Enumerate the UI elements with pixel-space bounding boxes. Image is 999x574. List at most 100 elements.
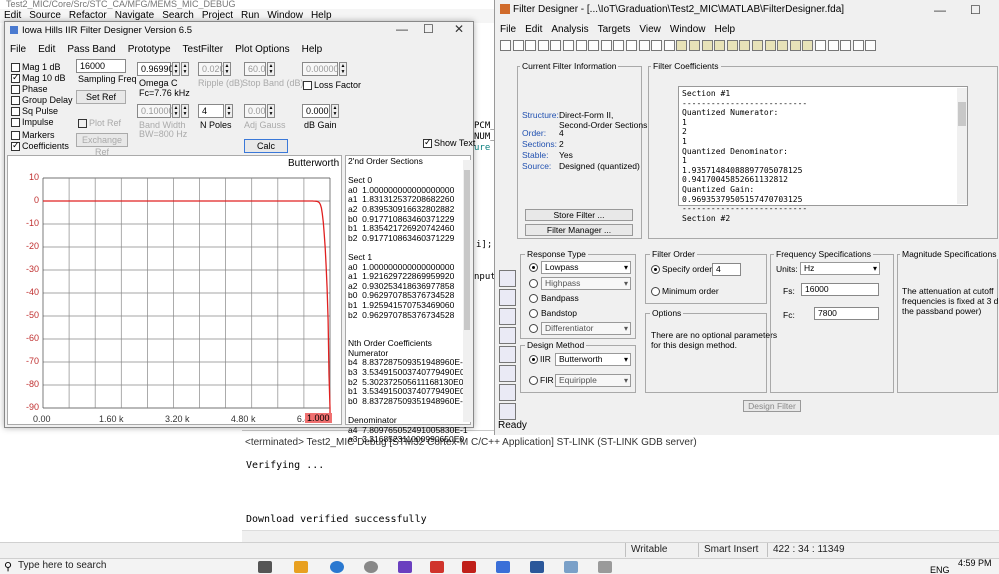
toolbar-icon[interactable] xyxy=(789,40,801,51)
lowpass-radio[interactable] xyxy=(529,263,538,272)
omega-c-input[interactable]: 0.969900 xyxy=(137,62,179,76)
app-icon[interactable] xyxy=(364,561,378,573)
fda-menu-window[interactable]: Window xyxy=(670,24,706,35)
menu-help[interactable]: Help xyxy=(302,44,323,55)
coefficients-checkbox[interactable] xyxy=(11,140,20,151)
differentiator-radio[interactable] xyxy=(529,324,538,333)
toolbar-icon[interactable] xyxy=(563,40,574,51)
n-poles-input[interactable]: 4 xyxy=(198,104,224,118)
import-icon[interactable] xyxy=(499,346,516,363)
sq-pulse-checkbox[interactable] xyxy=(11,107,20,116)
sampling-freq-input[interactable]: 16000 xyxy=(76,59,126,73)
minimize-icon[interactable]: — xyxy=(396,22,408,36)
stopband-input[interactable]: 60.0 xyxy=(244,62,266,76)
fda-menu-edit[interactable]: Edit xyxy=(525,24,542,35)
bandwidth-input[interactable]: 0.10000 xyxy=(137,104,174,118)
highpass-dropdown[interactable]: Highpass xyxy=(541,277,631,290)
omega-c-spinner[interactable]: ▲ ▼ xyxy=(172,62,180,76)
db-gain-input[interactable]: 0.000 xyxy=(302,104,330,118)
iir-radio[interactable] xyxy=(529,355,538,364)
markers-checkbox[interactable] xyxy=(11,131,20,140)
adj-gauss-spinner[interactable]: ▲ ▼ xyxy=(267,104,275,118)
toolbar-icon[interactable] xyxy=(840,40,852,51)
toolbar-icon[interactable] xyxy=(575,40,587,51)
toolbar-icon[interactable] xyxy=(764,40,776,51)
task-view-icon[interactable] xyxy=(258,561,272,573)
toolbar-icon[interactable] xyxy=(689,40,700,51)
multirate-icon[interactable] xyxy=(499,384,516,401)
tray-language[interactable]: ENG xyxy=(930,565,950,574)
fda-menu-analysis[interactable]: Analysis xyxy=(551,24,588,35)
close-icon[interactable]: ✕ xyxy=(454,22,464,36)
toolbar-icon[interactable] xyxy=(701,40,713,51)
show-text-checkbox[interactable] xyxy=(423,137,432,148)
stopband-spinner[interactable]: ▲ ▼ xyxy=(267,62,275,76)
toolbar-icon[interactable] xyxy=(865,40,877,51)
units-dropdown[interactable]: Hz xyxy=(800,262,880,275)
search-icon[interactable]: ⚲ xyxy=(4,560,12,573)
calc-button[interactable]: Calc xyxy=(244,139,288,153)
loss-factor-spinner[interactable]: ▲ ▼ xyxy=(339,62,347,76)
fda-menu-file[interactable]: File xyxy=(500,24,516,35)
menu-testfilter[interactable]: TestFilter xyxy=(183,44,224,55)
menu-pass-band[interactable]: Pass Band xyxy=(67,44,115,55)
fda-menu-targets[interactable]: Targets xyxy=(598,24,631,35)
quantize-icon[interactable] xyxy=(499,308,516,325)
toolbar-icon[interactable] xyxy=(852,40,864,51)
menu-file[interactable]: File xyxy=(10,44,26,55)
impulse-checkbox[interactable] xyxy=(11,118,20,127)
toolbar-icon[interactable] xyxy=(714,40,726,51)
design-filter-button[interactable]: Design Filter xyxy=(743,400,801,412)
ripple-input[interactable]: 0.020 xyxy=(198,62,225,76)
toolbar-icon[interactable] xyxy=(663,40,675,51)
bandwidth-spinner[interactable]: ▲ ▼ xyxy=(181,104,189,118)
ide-icon[interactable] xyxy=(496,561,510,573)
fs-input[interactable]: 16000 xyxy=(801,283,879,296)
fda-menu-help[interactable]: Help xyxy=(714,24,735,35)
app-icon[interactable] xyxy=(398,561,412,573)
maximize-icon[interactable]: ☐ xyxy=(970,3,981,17)
app-icon[interactable] xyxy=(598,561,612,573)
minimum-order-radio[interactable] xyxy=(651,287,660,296)
toolbar-icon[interactable] xyxy=(777,40,789,51)
store-filter-button[interactable]: Store Filter ... xyxy=(525,209,633,221)
console-scrollbar[interactable] xyxy=(242,530,999,542)
scrollbar-thumb[interactable] xyxy=(958,102,966,126)
bandpass-radio[interactable] xyxy=(529,294,538,303)
phase-checkbox[interactable] xyxy=(11,85,20,94)
word-icon[interactable] xyxy=(530,561,544,573)
mag-1db-checkbox[interactable] xyxy=(11,63,20,72)
menu-edit[interactable]: Edit xyxy=(38,44,55,55)
realize-icon[interactable] xyxy=(499,327,516,344)
fir-type-dropdown[interactable]: Equiripple xyxy=(555,374,631,387)
ripple-spinner[interactable]: ▲ ▼ xyxy=(223,62,231,76)
n-poles-spinner[interactable]: ▲ ▼ xyxy=(225,104,233,118)
taskbar-search[interactable]: Type here to search xyxy=(14,560,224,574)
iir-type-dropdown[interactable]: Butterworth xyxy=(555,353,631,366)
omega-c-spinner[interactable]: ▲ ▼ xyxy=(181,62,189,76)
toolbar-icon[interactable] xyxy=(815,40,826,51)
maximize-icon[interactable]: ☐ xyxy=(423,22,434,36)
toolbar-icon[interactable] xyxy=(512,40,524,51)
file-explorer-icon[interactable] xyxy=(294,561,308,573)
toolbar-icon[interactable] xyxy=(613,40,625,51)
tray-clock[interactable]: 4:59 PM xyxy=(958,558,992,568)
exchange-ref-button[interactable]: Exchange Ref xyxy=(76,133,128,157)
toolbar-icon[interactable] xyxy=(802,40,814,51)
bandstop-radio[interactable] xyxy=(529,309,538,318)
design-filter-icon[interactable] xyxy=(499,270,516,287)
order-input[interactable]: 4 xyxy=(712,263,741,276)
specify-order-radio[interactable] xyxy=(651,265,660,274)
pdf-icon[interactable] xyxy=(462,561,476,573)
toolbar-icon[interactable] xyxy=(537,40,549,51)
transform-icon[interactable] xyxy=(499,289,516,306)
toolbar-icon[interactable] xyxy=(588,40,600,51)
fir-radio[interactable] xyxy=(529,376,538,385)
app-icon[interactable] xyxy=(564,561,578,573)
toolbar-icon[interactable] xyxy=(827,40,839,51)
matlab-icon[interactable] xyxy=(430,561,444,573)
loss-factor-input[interactable]: 0.00000 xyxy=(302,62,339,76)
differentiator-dropdown[interactable]: Differentiator xyxy=(541,322,631,335)
sidebar-icon[interactable] xyxy=(499,403,516,420)
fda-menu-view[interactable]: View xyxy=(639,24,661,35)
